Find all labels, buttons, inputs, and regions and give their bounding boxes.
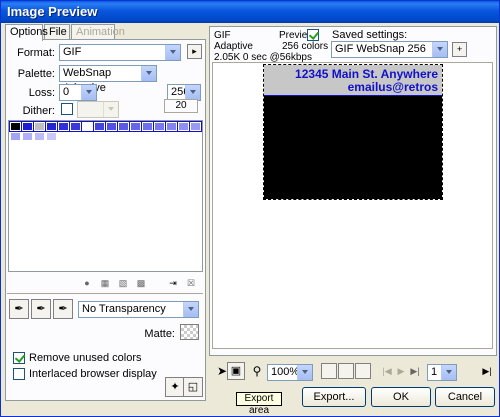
palette-swatch[interactable] bbox=[178, 122, 189, 131]
loss-value: 0 bbox=[63, 86, 70, 98]
window-title: Image Preview bbox=[1, 1, 499, 23]
preview-canvas[interactable]: 12345 Main St. Anywhere emailus@retros bbox=[212, 62, 493, 349]
preview-checkbox[interactable] bbox=[307, 29, 319, 41]
palette-swatch[interactable] bbox=[118, 122, 129, 131]
chevron-down-icon bbox=[81, 85, 96, 100]
saved-settings-value: GIF WebSnap 256 bbox=[335, 43, 426, 55]
color-count: 20 bbox=[164, 99, 198, 113]
preview-palette: Adaptive bbox=[214, 41, 253, 52]
dither-label: Dither: bbox=[22, 105, 55, 117]
format-options-button[interactable]: ▸ bbox=[187, 44, 202, 59]
palette-swatch[interactable] bbox=[46, 132, 57, 141]
transparent-icon[interactable]: ▧ bbox=[115, 276, 131, 292]
chevron-down-icon bbox=[185, 85, 200, 100]
palette-swatch[interactable] bbox=[58, 122, 69, 131]
palette-swatch[interactable] bbox=[10, 122, 21, 131]
zoom-value: 100% bbox=[271, 366, 300, 378]
next-icon[interactable]: ▶| bbox=[479, 364, 495, 380]
dither-checkbox[interactable] bbox=[61, 103, 73, 115]
chevron-down-icon bbox=[432, 42, 447, 57]
frame-value: 1 bbox=[431, 366, 438, 378]
palette-swatch[interactable] bbox=[22, 122, 33, 131]
export-area-tooltip: Export area bbox=[236, 392, 282, 416]
chevron-down-icon bbox=[297, 365, 312, 380]
palette-swatch[interactable] bbox=[34, 122, 45, 131]
format-select[interactable]: GIF bbox=[59, 44, 181, 61]
tab-animation[interactable]: Animation bbox=[71, 24, 125, 40]
color-palette-grid[interactable] bbox=[8, 120, 203, 272]
eyedropper-icon[interactable]: ✒ bbox=[9, 299, 29, 319]
eyedropper-add-icon[interactable]: ✒ bbox=[31, 299, 51, 319]
address-banner: 12345 Main St. Anywhere emailus@retros bbox=[264, 65, 442, 95]
palette-swatch[interactable] bbox=[34, 132, 45, 141]
chevron-down-icon bbox=[165, 45, 180, 60]
transparency-value: No Transparency bbox=[82, 303, 166, 315]
interlaced-checkbox[interactable] bbox=[13, 368, 25, 380]
four-up-view-icon[interactable] bbox=[355, 363, 371, 379]
image-preview-window: Image Preview Options File Animation For… bbox=[0, 0, 500, 417]
palette-label: Palette: bbox=[17, 68, 55, 80]
zoom-icon[interactable]: ⚲ bbox=[249, 364, 265, 380]
loss-label: Loss: bbox=[28, 87, 55, 99]
address-line-1: 12345 Main St. Anywhere bbox=[295, 67, 438, 81]
optimize-to-size-icon[interactable]: ◱ bbox=[183, 377, 203, 397]
matte-color-swatch[interactable] bbox=[180, 324, 199, 340]
palette-swatch[interactable] bbox=[46, 122, 57, 131]
cancel-button[interactable]: Cancel bbox=[435, 387, 495, 407]
chevron-down-icon bbox=[441, 365, 456, 380]
remove-unused-colors-checkbox[interactable] bbox=[13, 352, 25, 364]
palette-swatch[interactable] bbox=[10, 132, 21, 141]
saved-settings-select[interactable]: GIF WebSnap 256 bbox=[331, 41, 448, 58]
optimize-wizard-icon[interactable]: ✦ bbox=[165, 377, 185, 397]
tab-options[interactable]: Options bbox=[5, 24, 48, 41]
palette-swatch[interactable] bbox=[154, 122, 165, 131]
plus-icon: + bbox=[456, 44, 463, 54]
palette-swatch[interactable] bbox=[94, 122, 105, 131]
palette-swatch[interactable] bbox=[82, 122, 93, 131]
preview-format: GIF bbox=[214, 30, 231, 41]
zoom-select[interactable]: 100% bbox=[267, 364, 313, 381]
crop-area[interactable]: 12345 Main St. Anywhere emailus@retros bbox=[263, 64, 443, 200]
palette-swatch[interactable] bbox=[190, 122, 201, 131]
lock-icon[interactable]: ▩ bbox=[133, 276, 149, 292]
last-frame-icon[interactable]: ▶| bbox=[407, 364, 423, 380]
single-view-icon[interactable] bbox=[321, 363, 337, 379]
add-setting-button[interactable]: + bbox=[452, 42, 467, 57]
transparency-select[interactable]: No Transparency bbox=[78, 301, 199, 318]
dither-amount-select[interactable] bbox=[77, 101, 119, 118]
palette-swatch[interactable] bbox=[22, 132, 33, 141]
matte-label: Matte: bbox=[144, 328, 175, 340]
chevron-down-icon bbox=[183, 302, 198, 317]
saved-settings-label: Saved settings: bbox=[332, 29, 408, 41]
palette-swatch[interactable] bbox=[142, 122, 153, 131]
play-icon: ▸ bbox=[192, 46, 197, 56]
remove-unused-colors-label: Remove unused colors bbox=[29, 352, 142, 364]
crop-tool-icon[interactable]: ▣ bbox=[227, 362, 245, 380]
palette-swatch[interactable] bbox=[166, 122, 177, 131]
edit-color-icon[interactable]: ▦ bbox=[97, 276, 113, 292]
eyedropper-subtract-icon[interactable]: ✒ bbox=[53, 299, 73, 319]
palette-select[interactable]: WebSnap Adaptive bbox=[59, 65, 157, 94]
preview-colors: 256 colors bbox=[282, 41, 329, 52]
loss-select[interactable]: 0 bbox=[59, 84, 97, 101]
chevron-down-icon bbox=[141, 66, 156, 81]
load-palette-icon[interactable]: ⇥ bbox=[165, 276, 181, 292]
palette-swatch[interactable] bbox=[106, 122, 117, 131]
palette-swatch[interactable] bbox=[130, 122, 141, 131]
two-up-view-icon[interactable] bbox=[338, 363, 354, 379]
export-button[interactable]: Export... bbox=[302, 387, 366, 407]
address-line-2: emailus@retros bbox=[347, 80, 438, 94]
frame-select[interactable]: 1 bbox=[427, 364, 457, 381]
snap-to-web-icon[interactable]: ● bbox=[79, 276, 95, 292]
divider bbox=[7, 293, 203, 294]
image-black-area bbox=[264, 95, 442, 199]
format-value: GIF bbox=[63, 46, 82, 58]
interlaced-label: Interlaced browser display bbox=[29, 368, 157, 380]
format-label: Format: bbox=[17, 47, 55, 59]
trash-icon[interactable]: ☒ bbox=[183, 276, 199, 292]
chevron-down-icon bbox=[103, 102, 118, 117]
palette-swatch[interactable] bbox=[70, 122, 81, 131]
ok-button[interactable]: OK bbox=[371, 387, 431, 407]
